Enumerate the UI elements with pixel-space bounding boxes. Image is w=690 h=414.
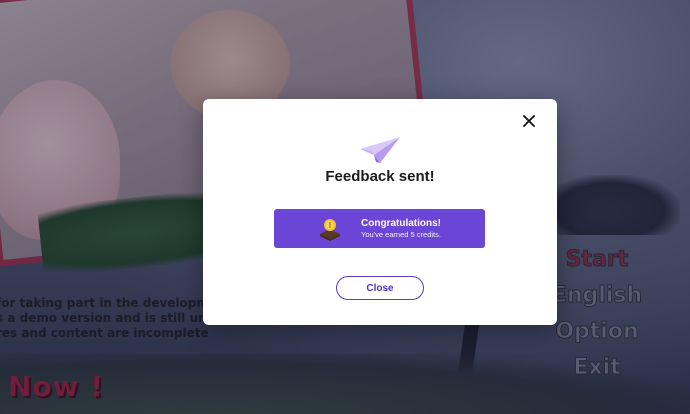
feedback-modal: Feedback sent! Congratulations! You've e… — [203, 99, 557, 325]
modal-title: Feedback sent! — [325, 168, 435, 185]
reward-text: Congratulations! You've earned 5 credits… — [361, 218, 441, 240]
close-icon[interactable] — [519, 111, 539, 131]
close-icon — [523, 115, 535, 127]
reward-headline: Congratulations! — [361, 217, 441, 229]
paper-plane-icon — [358, 135, 402, 165]
reward-banner: Congratulations! You've earned 5 credits… — [274, 209, 485, 248]
coin-reward-icon — [317, 216, 343, 242]
close-button[interactable]: Close — [336, 276, 424, 300]
reward-subtext: You've earned 5 credits. — [361, 229, 441, 239]
